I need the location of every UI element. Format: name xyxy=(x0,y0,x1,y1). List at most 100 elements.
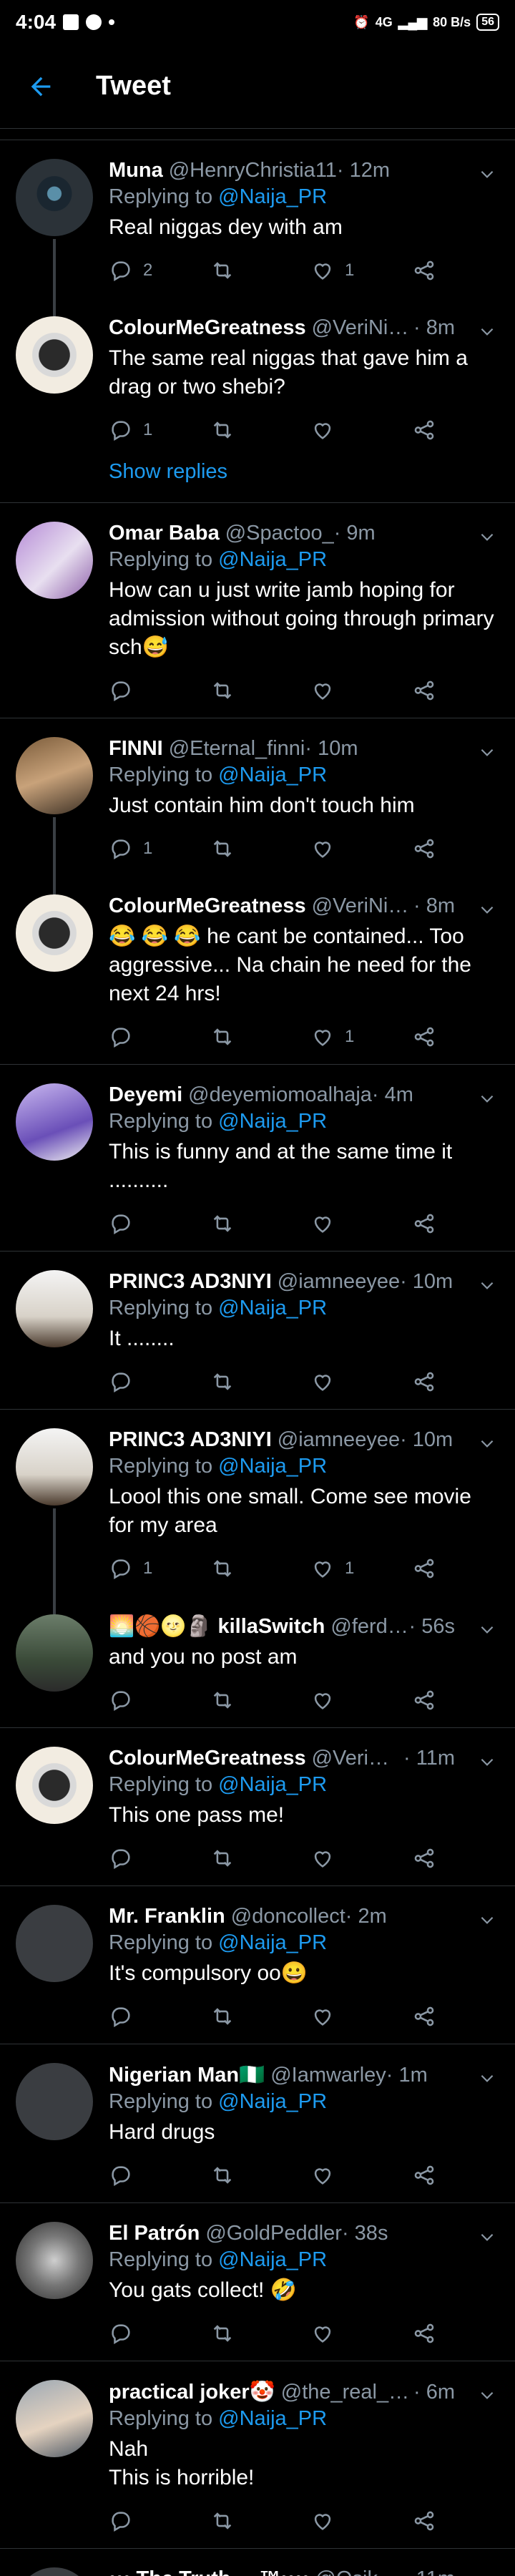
back-button[interactable] xyxy=(16,62,66,112)
tweet-item[interactable]: ColourMeGreatness @VeriNi... · 11m Replying… xyxy=(0,1728,515,1886)
like-button[interactable] xyxy=(310,2163,412,2187)
tweet-item[interactable]: El Patrón @GoldPeddler · 38s Replying to @N… xyxy=(0,2203,515,2361)
chevron-down-icon[interactable] xyxy=(478,1911,496,1929)
display-name[interactable]: Muna xyxy=(109,159,163,182)
reply-button[interactable] xyxy=(109,678,210,703)
share-button[interactable] xyxy=(412,2321,436,2346)
display-name[interactable]: Nigerian Man🇳🇬 xyxy=(109,2063,265,2087)
tweet-item[interactable]: Nigerian Man🇳🇬 @Iamwarley · 1m Replying to … xyxy=(0,2044,515,2203)
share-button[interactable] xyxy=(412,1846,436,1870)
display-name[interactable]: ColourMeGreatness xyxy=(109,894,306,918)
display-name[interactable]: FINNI xyxy=(109,737,163,761)
username[interactable]: @iamneeyee xyxy=(278,1270,400,1294)
display-name[interactable]: Omar Baba xyxy=(109,522,220,545)
mention-link[interactable]: @Naija_PR xyxy=(218,763,327,786)
username[interactable]: @HenryChristia11 xyxy=(169,159,337,182)
retweet-button[interactable] xyxy=(210,258,310,283)
avatar[interactable] xyxy=(16,1270,93,1347)
chevron-down-icon[interactable] xyxy=(478,165,496,183)
username[interactable]: @VeriNig... xyxy=(312,894,413,918)
display-name[interactable]: practical joker🤡 xyxy=(109,2380,275,2404)
share-button[interactable] xyxy=(412,2509,436,2533)
reply-button[interactable]: 2 xyxy=(109,258,210,283)
username[interactable]: @ferdc... xyxy=(330,1615,408,1639)
tweet-item[interactable]: Deyemi @deyemiomoalhaja · 4m Replying to @N… xyxy=(0,1065,515,1252)
share-button[interactable] xyxy=(412,1025,436,1049)
display-name[interactable]: Mr. Franklin xyxy=(109,1905,225,1928)
username[interactable]: @GoldPeddler xyxy=(205,2222,342,2245)
like-button[interactable] xyxy=(310,678,412,703)
tweet-item[interactable]: PRINC3 AD3NIYI @iamneeyee · 10m Replying to… xyxy=(0,1410,515,1614)
share-button[interactable] xyxy=(412,1211,436,1236)
display-name[interactable]: PRINC3 AD3NIYI xyxy=(109,1428,272,1452)
mention-link[interactable]: @Naija_PR xyxy=(218,2248,327,2271)
retweet-button[interactable] xyxy=(210,1688,310,1712)
mention-link[interactable]: @Naija_PR xyxy=(218,1931,327,1954)
share-button[interactable] xyxy=(412,1688,436,1712)
like-button[interactable] xyxy=(310,1211,412,1236)
tweet-item[interactable]: 🌅🏀🌝🗿 killaSwitch @ferdc... · 56s and you no… xyxy=(0,1596,515,1728)
display-name[interactable]: ••• The Truth ... ™•••• xyxy=(109,2567,310,2576)
avatar[interactable] xyxy=(16,2063,93,2140)
display-name[interactable]: ColourMeGreatness xyxy=(109,1747,306,1770)
retweet-button[interactable] xyxy=(210,2509,310,2533)
like-button[interactable] xyxy=(310,836,412,861)
mention-link[interactable]: @Naija_PR xyxy=(218,2090,327,2113)
retweet-button[interactable] xyxy=(210,836,310,861)
avatar[interactable] xyxy=(16,1747,93,1824)
tweet-item[interactable]: ColourMeGreatness @VeriNig... · 8m 😂 😂 😂 he… xyxy=(0,876,515,1065)
avatar[interactable] xyxy=(16,1905,93,1982)
username[interactable]: @iamneeyee xyxy=(278,1428,400,1452)
reply-button[interactable] xyxy=(109,1688,210,1712)
username[interactable]: @Osiko... xyxy=(315,2567,404,2576)
mention-link[interactable]: @Naija_PR xyxy=(218,548,327,571)
chevron-down-icon[interactable] xyxy=(478,527,496,546)
chevron-down-icon[interactable] xyxy=(478,900,496,919)
like-button[interactable] xyxy=(310,2509,412,2533)
username[interactable]: @Spactoo_ xyxy=(225,522,334,545)
reply-button[interactable] xyxy=(109,2509,210,2533)
share-button[interactable] xyxy=(412,836,436,861)
display-name[interactable]: Deyemi xyxy=(109,1083,182,1107)
avatar[interactable] xyxy=(16,2380,93,2457)
reply-button[interactable] xyxy=(109,1370,210,1394)
like-button[interactable] xyxy=(310,418,412,442)
chevron-down-icon[interactable] xyxy=(478,2573,496,2576)
retweet-button[interactable] xyxy=(210,1556,310,1581)
tweet-item[interactable]: ColourMeGreatness @VeriNig... · 8m The same… xyxy=(0,298,515,503)
username[interactable]: @doncollect xyxy=(231,1905,345,1928)
display-name[interactable]: PRINC3 AD3NIYI xyxy=(109,1270,272,1294)
mention-link[interactable]: @Naija_PR xyxy=(218,1773,327,1796)
like-button[interactable] xyxy=(310,1370,412,1394)
reply-button[interactable]: 1 xyxy=(109,836,210,861)
share-button[interactable] xyxy=(412,2004,436,2029)
retweet-button[interactable] xyxy=(210,2163,310,2187)
mention-link[interactable]: @Naija_PR xyxy=(218,1455,327,1478)
tweet-item[interactable]: Omar Baba @Spactoo_ · 9m Replying to @Naija… xyxy=(0,503,515,718)
retweet-button[interactable] xyxy=(210,1370,310,1394)
retweet-button[interactable] xyxy=(210,1025,310,1049)
username[interactable]: @Eternal_finni xyxy=(169,737,305,761)
username[interactable]: @deyemiomoalhaja xyxy=(188,1083,372,1107)
mention-link[interactable]: @Naija_PR xyxy=(218,2407,327,2430)
avatar[interactable] xyxy=(16,159,93,236)
reply-button[interactable] xyxy=(109,1846,210,1870)
like-button[interactable]: 1 xyxy=(310,1556,412,1581)
like-button[interactable] xyxy=(310,1688,412,1712)
share-button[interactable] xyxy=(412,418,436,442)
reply-button[interactable]: 1 xyxy=(109,1556,210,1581)
username[interactable]: @Iamwarley xyxy=(270,2064,386,2087)
username[interactable]: @VeriNi... xyxy=(312,1747,403,1770)
chevron-down-icon[interactable] xyxy=(478,1752,496,1771)
reply-feed[interactable]: Muna @HenryChristia11 · 12m Replying to @Na… xyxy=(0,129,515,2576)
tweet-item[interactable]: practical joker🤡 @the_real_b... · 6m Replyi… xyxy=(0,2361,515,2549)
share-button[interactable] xyxy=(412,1370,436,1394)
avatar[interactable] xyxy=(16,737,93,814)
reply-button[interactable] xyxy=(109,2004,210,2029)
share-button[interactable] xyxy=(412,678,436,703)
chevron-down-icon[interactable] xyxy=(478,322,496,341)
reply-button[interactable] xyxy=(109,1025,210,1049)
share-button[interactable] xyxy=(412,258,436,283)
avatar[interactable] xyxy=(16,1428,93,1506)
avatar[interactable] xyxy=(16,2222,93,2299)
